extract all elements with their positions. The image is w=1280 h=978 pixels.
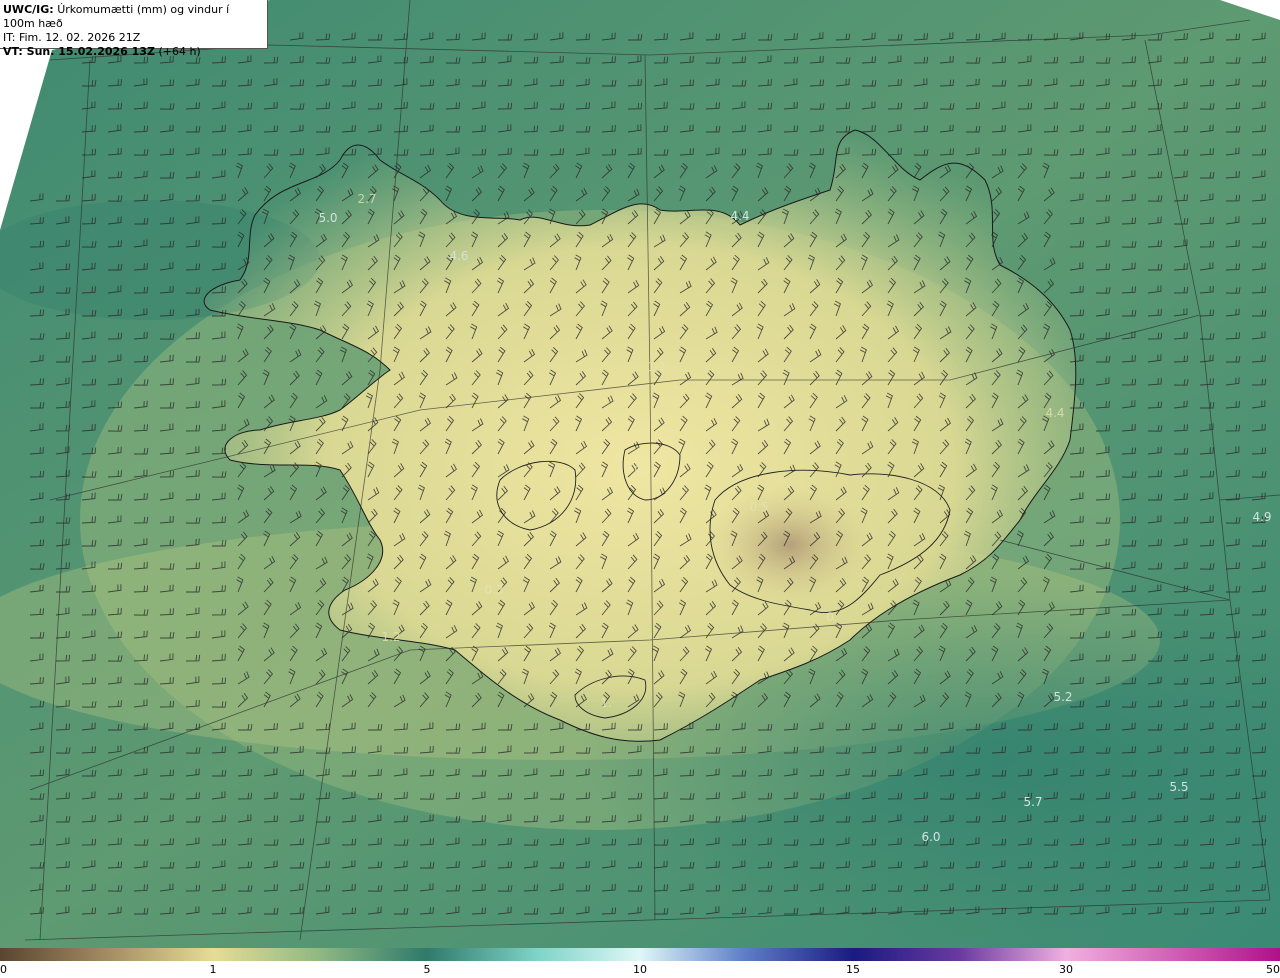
precip-value-label: 4.4 bbox=[1045, 406, 1065, 420]
precip-value-label: 5.5 bbox=[1169, 780, 1189, 794]
precip-value-label: 5.2 bbox=[1053, 690, 1073, 704]
colorbar-tick-label: 10 bbox=[633, 963, 647, 976]
model-name: UWC/IG: bbox=[3, 3, 54, 16]
precip-value-label: 6.0 bbox=[921, 830, 941, 844]
precip-value-label: 0.5 bbox=[749, 500, 769, 514]
init-time: IT: Fim. 12. 02. 2026 21Z bbox=[3, 31, 141, 44]
precip-value-label: 0. bbox=[826, 610, 838, 624]
precip-value-label: 1. bbox=[600, 696, 612, 710]
precip-value-label: 4.6 bbox=[449, 249, 469, 263]
colorbar-tick-label: 15 bbox=[846, 963, 860, 976]
precip-value-label: 4.4 bbox=[730, 209, 750, 223]
colorbar: 0 1 5 10 15 30 50 bbox=[0, 948, 1280, 978]
colorbar-gradient bbox=[0, 948, 1280, 961]
colorbar-tick-label: 5 bbox=[423, 963, 431, 976]
valid-time: VT: Sun. 15.02.2026 13Z bbox=[3, 45, 155, 58]
precip-value-label: 0.3 bbox=[484, 583, 504, 597]
precip-value-label: 5.0 bbox=[318, 211, 338, 225]
precip-value-label: 1.1 bbox=[647, 360, 667, 374]
precip-value-label: 2.7 bbox=[357, 192, 377, 206]
map-title: UWC/IG: Úrkomumætti (mm) og vindur í 100… bbox=[0, 0, 268, 58]
precip-value-label: 5.7 bbox=[1023, 795, 1043, 809]
colorbar-tick-label: 0 bbox=[0, 963, 7, 976]
lead-time: (+64 h) bbox=[158, 45, 201, 58]
precip-value-label: 1.2 bbox=[381, 630, 401, 644]
precip-value-label: 0. bbox=[634, 463, 646, 477]
precip-value-label: 4.9 bbox=[1252, 510, 1272, 524]
colorbar-tick-label: 30 bbox=[1059, 963, 1073, 976]
colorbar-tick-label: 50 bbox=[1266, 963, 1280, 976]
colorbar-tick-label: 1 bbox=[209, 963, 217, 976]
